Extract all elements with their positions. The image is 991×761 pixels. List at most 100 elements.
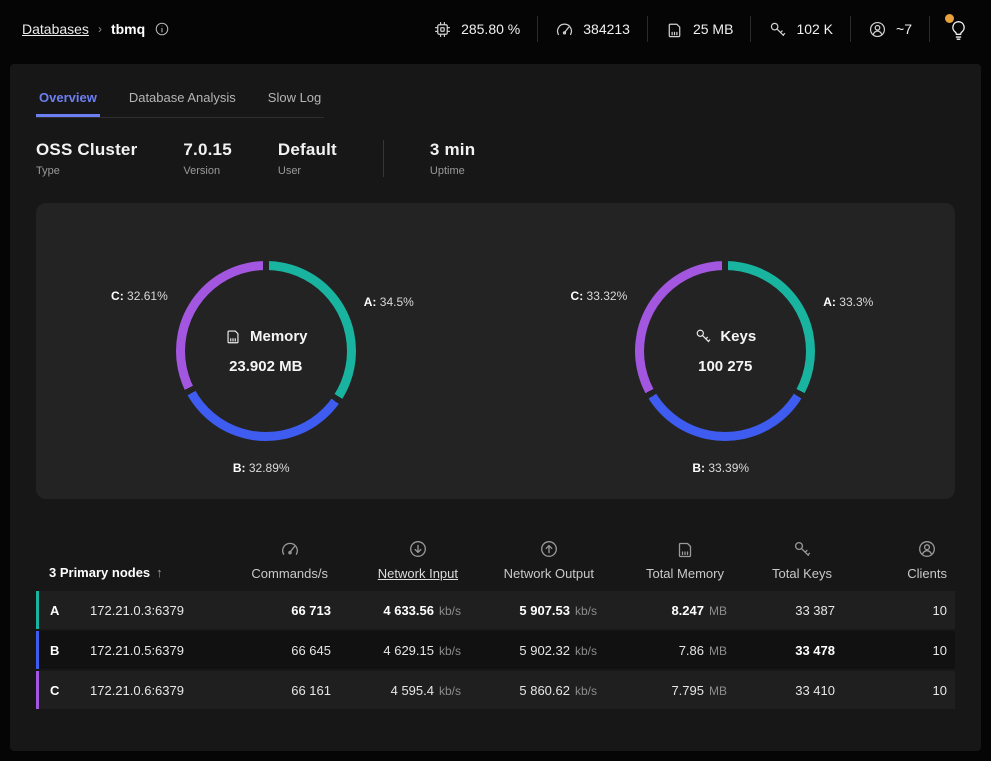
- column-header[interactable]: Network Input: [336, 539, 466, 581]
- slice-label: A33.3%: [823, 295, 873, 309]
- slice-name: C: [111, 289, 127, 303]
- topbar: Databases › tbmq 285.80 % 384213 25 MB 1: [0, 0, 991, 58]
- summary-value: OSS Cluster: [36, 140, 137, 160]
- keys-donut-chart: Keys 100 275 A33.3% B33.39% C33: [496, 203, 956, 499]
- slice-percent: 33.32%: [587, 289, 628, 303]
- summary-item: 3 min Uptime: [383, 140, 475, 177]
- keys-icon: [694, 327, 712, 345]
- summary-item: Default User: [278, 140, 337, 177]
- slice-name: C: [571, 289, 587, 303]
- commands-cell: 66 645: [229, 643, 339, 658]
- tab[interactable]: Overview: [36, 80, 100, 117]
- node-address: 172.21.0.5:6379: [90, 643, 184, 658]
- notifications-button[interactable]: [948, 19, 969, 40]
- arrow-down-icon: [408, 539, 428, 559]
- slice-percent: 32.89%: [249, 461, 290, 475]
- slice-name: B: [692, 461, 708, 475]
- table-header: 3 Primary nodes ↑ Commands/s: [36, 539, 955, 591]
- summary-value: Default: [278, 140, 337, 160]
- summary-label: Uptime: [430, 165, 475, 177]
- column-header[interactable]: Total Keys: [732, 539, 840, 581]
- table-row: B 172.21.0.5:6379 66 645 4 629.15kb/s 5 …: [36, 631, 955, 669]
- metric: ~7: [851, 16, 930, 42]
- column-header[interactable]: Network Output: [466, 539, 602, 581]
- memory-icon: [675, 539, 695, 559]
- column-label: Clients: [907, 566, 947, 581]
- total-memory-cell: 7.86MB: [605, 643, 735, 658]
- nodes-sort-header[interactable]: 3 Primary nodes ↑: [36, 565, 226, 581]
- slice-percent: 32.61%: [127, 289, 168, 303]
- tab-bar: Overview Database Analysis Slow Log: [36, 64, 324, 118]
- database-overview-page: Overview Database Analysis Slow Log OSS …: [10, 64, 981, 751]
- node-cell: C 172.21.0.6:6379: [39, 683, 229, 698]
- tab-label: Database Analysis: [129, 90, 236, 105]
- table-row: A 172.21.0.3:6379 66 713 4 633.56kb/s 5 …: [36, 591, 955, 629]
- breadcrumb-current-db: tbmq: [111, 21, 145, 37]
- commands-cell: 66 713: [229, 603, 339, 618]
- total-keys-cell: 33 410: [735, 683, 843, 698]
- summary-label: Version: [183, 165, 231, 177]
- info-icon[interactable]: [154, 21, 170, 37]
- network-output-cell: 5 860.62kb/s: [469, 683, 605, 698]
- slice-percent: 33.3%: [839, 295, 873, 309]
- slice-label: C33.32%: [571, 289, 628, 303]
- node-id: C: [50, 683, 60, 698]
- metric: 102 K: [751, 16, 851, 42]
- network-input-cell: 4 595.4kb/s: [339, 683, 469, 698]
- breadcrumb-databases-link[interactable]: Databases: [22, 21, 89, 37]
- column-header[interactable]: Commands/s: [226, 539, 336, 581]
- summary-value: 7.0.15: [183, 140, 231, 160]
- slice-label: C32.61%: [111, 289, 168, 303]
- slice-label: A34.5%: [364, 295, 414, 309]
- breadcrumb-separator: ›: [98, 22, 102, 36]
- metric-value: 285.80 %: [461, 21, 520, 37]
- arrow-up-icon: [539, 539, 559, 559]
- clients-icon: [868, 20, 887, 39]
- breadcrumb: Databases › tbmq: [22, 21, 170, 37]
- keys-donut-center: Keys 100 275: [644, 270, 806, 432]
- network-output-cell: 5 902.32kb/s: [469, 643, 605, 658]
- column-header[interactable]: Total Memory: [602, 539, 732, 581]
- tab[interactable]: Database Analysis: [126, 80, 239, 117]
- memory-icon: [224, 327, 242, 345]
- metric-value: 384213: [583, 21, 630, 37]
- keys-icon: [792, 539, 812, 559]
- node-id: B: [50, 643, 60, 658]
- memory-donut-center: Memory 23.902 MB: [185, 270, 347, 432]
- cpu-icon: [433, 20, 452, 39]
- node-address: 172.21.0.3:6379: [90, 603, 184, 618]
- summary-label: Type: [36, 165, 137, 177]
- clients-cell: 10: [843, 643, 955, 658]
- column-label: Total Memory: [646, 566, 724, 581]
- nodes-count-label: 3 Primary nodes: [49, 565, 150, 580]
- tab[interactable]: Slow Log: [265, 80, 324, 117]
- commands-icon: [280, 539, 300, 559]
- slice-name: B: [233, 461, 249, 475]
- slice-label: B33.39%: [692, 461, 749, 475]
- slice-label: B32.89%: [233, 461, 290, 475]
- keys-donut-title-text: Keys: [720, 328, 756, 345]
- network-input-cell: 4 629.15kb/s: [339, 643, 469, 658]
- slice-name: A: [364, 295, 380, 309]
- column-header[interactable]: Clients: [840, 539, 955, 581]
- memory-donut-chart: Memory 23.902 MB A34.5% B32.89%: [36, 203, 496, 499]
- memory-icon: [665, 20, 684, 39]
- db-metrics: 285.80 % 384213 25 MB 102 K ~7: [416, 16, 930, 42]
- keys-donut-value: 100 275: [698, 358, 752, 375]
- slice-name: A: [823, 295, 839, 309]
- summary-value: 3 min: [430, 140, 475, 160]
- tab-label: Slow Log: [268, 90, 321, 105]
- clients-cell: 10: [843, 683, 955, 698]
- slice-percent: 34.5%: [380, 295, 414, 309]
- db-summary: OSS Cluster Type 7.0.15 Version Default …: [36, 140, 955, 177]
- clients-cell: 10: [843, 603, 955, 618]
- memory-donut-title-text: Memory: [250, 328, 308, 345]
- summary-item: OSS Cluster Type: [36, 140, 137, 177]
- memory-donut-title: Memory: [224, 327, 308, 345]
- slice-percent: 33.39%: [708, 461, 749, 475]
- total-keys-cell: 33 478: [735, 643, 843, 658]
- node-cell: B 172.21.0.5:6379: [39, 643, 229, 658]
- memory-donut-value: 23.902 MB: [229, 358, 302, 375]
- summary-item: 7.0.15 Version: [183, 140, 231, 177]
- column-label: Commands/s: [251, 566, 328, 581]
